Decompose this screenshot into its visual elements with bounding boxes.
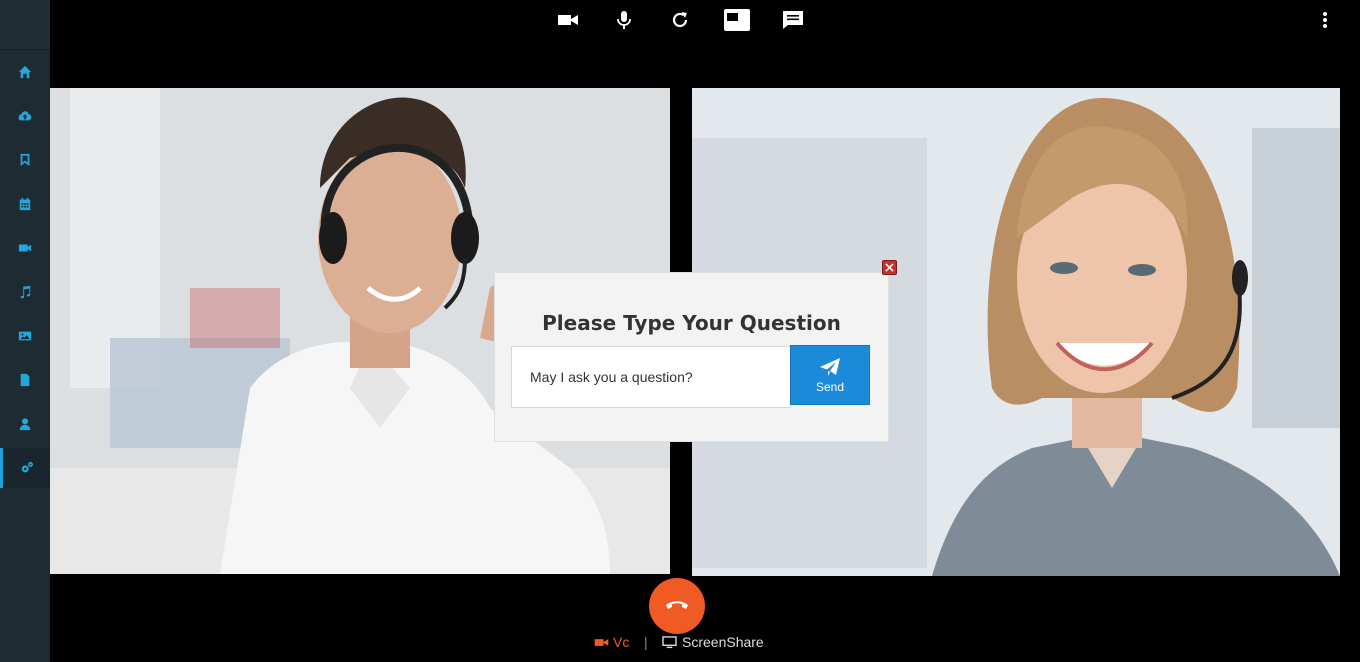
settings-icon: [21, 462, 33, 473]
call-mode-bar: Vc | ScreenShare: [0, 634, 1360, 652]
cloud-upload-icon: [18, 111, 32, 121]
question-dialog: Please Type Your Question Send: [494, 272, 889, 442]
dialog-close-button[interactable]: [882, 260, 897, 275]
sidebar-item-file[interactable]: [0, 360, 50, 400]
monitor-icon: [662, 635, 677, 648]
sidebar-item-music[interactable]: [0, 272, 50, 312]
microphone-icon: [617, 11, 631, 29]
send-button-label: Send: [815, 379, 845, 394]
toolbar-refresh-button[interactable]: [667, 8, 693, 32]
video-camera-icon: [558, 15, 578, 25]
chat-icon: [783, 11, 803, 29]
sidebar-item-image[interactable]: [0, 316, 50, 356]
sidebar: [0, 0, 50, 662]
dialog-title: Please Type Your Question: [542, 311, 841, 335]
sidebar-item-calendar[interactable]: [0, 184, 50, 224]
mode-separator: |: [644, 634, 648, 650]
calendar-icon: [19, 197, 31, 211]
toolbar-pip-button[interactable]: [724, 8, 750, 32]
refresh-icon: [672, 12, 688, 28]
sidebar-item-user[interactable]: [0, 404, 50, 444]
sidebar-header: [0, 0, 50, 50]
question-input[interactable]: [511, 346, 791, 408]
music-icon: [20, 285, 31, 299]
screenshare-label: ScreenShare: [682, 634, 764, 650]
user-icon: [19, 418, 31, 431]
video-camera-icon: [18, 244, 32, 252]
file-icon: [20, 373, 30, 387]
close-icon: [885, 263, 894, 272]
hangup-button[interactable]: [649, 578, 705, 634]
toolbar-mic-button[interactable]: [611, 8, 637, 32]
sidebar-item-upload[interactable]: [0, 96, 50, 136]
home-icon: [18, 65, 32, 79]
video-call-tab[interactable]: Vc: [594, 634, 629, 650]
video-camera-icon: [594, 638, 609, 646]
video-call-label: Vc: [613, 634, 630, 650]
image-icon: [18, 331, 32, 341]
toolbar-video-button[interactable]: [555, 8, 581, 32]
picture-in-picture-icon: [724, 9, 750, 31]
phone-hangup-icon: [666, 601, 688, 609]
more-options-button[interactable]: [1312, 8, 1338, 32]
screenshare-tab[interactable]: ScreenShare: [662, 634, 764, 650]
sidebar-item-bookmark[interactable]: [0, 140, 50, 180]
toolbar-chat-button[interactable]: [780, 8, 806, 32]
bookmark-icon: [20, 153, 30, 167]
sidebar-item-home[interactable]: [0, 52, 50, 92]
send-button[interactable]: Send: [790, 345, 870, 405]
more-vertical-icon: [1323, 12, 1327, 28]
paper-plane-icon: [820, 357, 840, 376]
sidebar-item-settings[interactable]: [0, 448, 50, 488]
sidebar-item-video[interactable]: [0, 228, 50, 268]
